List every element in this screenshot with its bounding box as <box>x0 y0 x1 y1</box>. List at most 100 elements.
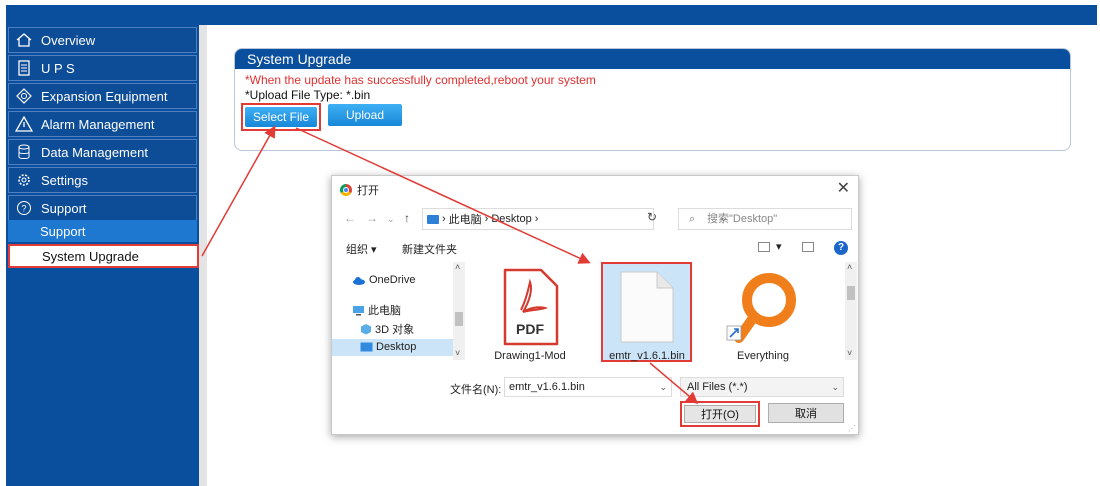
desktop-icon <box>360 342 373 352</box>
filename-row: 文件名(N): emtr_v1.6.1.bin ⌄ All Files (*.*… <box>332 376 858 398</box>
forward-arrow-icon[interactable]: → <box>366 211 378 225</box>
cancel-button[interactable]: 取消 <box>768 403 844 423</box>
filename-input[interactable]: emtr_v1.6.1.bin ⌄ <box>504 377 672 397</box>
tree-item-this-pc[interactable]: 此电脑 <box>352 302 401 318</box>
sidebar-item-alarm-management[interactable]: Alarm Management <box>8 111 197 137</box>
file-scrollbar[interactable]: ˄ ˅ <box>845 262 857 360</box>
tree-item-3d-objects[interactable]: 3D 对象 <box>360 321 414 337</box>
refresh-icon[interactable]: ↻ <box>642 210 662 228</box>
up-arrow-icon[interactable]: ↑ <box>404 211 410 225</box>
sidebar-item-label: Support <box>41 200 87 216</box>
svg-text:?: ? <box>21 204 26 214</box>
breadcrumb-separator: › <box>534 213 539 225</box>
dialog-titlebar: 打开 <box>340 182 379 198</box>
computer-icon <box>353 305 364 315</box>
toolbar: 组织 ▾ 新建文件夹 ▾ ? <box>332 238 858 258</box>
panel-title: System Upgrade <box>235 49 1070 69</box>
sidebar-item-label: Overview <box>41 32 96 48</box>
sidebar-item-overview[interactable]: Overview <box>8 27 197 53</box>
file-list: PDF Drawing1-Mod emtr_v1.6.1.bin Everyth… <box>465 262 861 366</box>
filename-value: emtr_v1.6.1.bin <box>509 381 585 393</box>
sidebar-item-settings[interactable]: Settings <box>8 167 197 193</box>
scroll-up-icon[interactable]: ˄ <box>455 262 460 272</box>
sidebar-item-label: Data Management <box>41 144 148 160</box>
select-file-highlight: Select File <box>241 103 321 131</box>
search-icon: ⌕ <box>689 213 696 225</box>
page: Overview U P S Expansion Equipment Alarm… <box>0 0 1100 486</box>
navigation-row: ← → ⌄ ↑ › 此电脑 › Desktop › ⌄ ↻ ⌕ 搜索"Deskt… <box>332 208 858 230</box>
database-icon <box>15 144 33 160</box>
select-file-button[interactable]: Select File <box>245 107 317 127</box>
tree-item-onedrive[interactable]: OneDrive <box>352 274 415 286</box>
home-icon <box>15 32 33 48</box>
chevron-down-icon[interactable]: ▾ <box>776 240 782 253</box>
help-icon[interactable]: ? <box>834 241 848 255</box>
sidebar-item-expansion-equipment[interactable]: Expansion Equipment <box>8 83 197 109</box>
sidebar-item-label: Expansion Equipment <box>41 88 168 104</box>
system-upgrade-panel: System Upgrade *When the update has succ… <box>234 48 1071 151</box>
new-folder-button[interactable]: 新建文件夹 <box>402 241 457 257</box>
chevron-down-icon[interactable]: ⌄ <box>659 378 667 396</box>
sidebar: Overview U P S Expansion Equipment Alarm… <box>6 25 199 486</box>
sidebar-item-label: Alarm Management <box>41 116 155 132</box>
sidebar-item-data-management[interactable]: Data Management <box>8 139 197 165</box>
file-name: emtr_v1.6.1.bin <box>609 350 685 362</box>
tree-item-label: 3D 对象 <box>375 324 415 336</box>
file-name: Everything <box>737 350 789 362</box>
upload-file-type: *Upload File Type: *.bin <box>245 88 371 102</box>
scroll-up-icon[interactable]: ˄ <box>847 262 852 272</box>
tree-scrollbar[interactable]: ˄ ˅ <box>453 262 465 360</box>
alarm-warning-icon <box>14 115 34 132</box>
back-arrow-icon[interactable]: ← <box>344 211 356 225</box>
resize-grip-icon[interactable]: ⋰ <box>848 424 856 433</box>
search-placeholder: 搜索"Desktop" <box>707 213 778 225</box>
breadcrumb-desktop[interactable]: Desktop <box>491 213 531 225</box>
file-type-select[interactable]: All Files (*.*) ⌄ <box>680 377 844 397</box>
sidebar-item-label: Settings <box>41 172 88 188</box>
file-name: Drawing1-Mod <box>494 350 566 362</box>
help-icon: ? <box>15 200 33 216</box>
pdf-file-icon: PDF <box>503 268 559 346</box>
sidebar-item-support[interactable]: ? Support <box>8 195 197 221</box>
tree-item-label: Desktop <box>376 341 417 353</box>
open-button-highlight: 打开(O) <box>680 401 760 427</box>
pdf-badge: PDF <box>516 321 544 337</box>
scroll-down-icon[interactable]: ˅ <box>847 348 852 358</box>
file-type-value: All Files (*.*) <box>687 381 748 393</box>
sidebar-item-ups[interactable]: U P S <box>8 55 197 81</box>
folder-icon <box>427 214 439 224</box>
blank-file-icon <box>620 271 674 343</box>
address-bar[interactable]: › 此电脑 › Desktop › ⌄ <box>422 208 728 230</box>
sidebar-subitem-support[interactable]: Support <box>8 220 197 242</box>
open-file-dialog: 打开 ✕ ← → ⌄ ↑ › 此电脑 › Desktop › ⌄ ↻ ⌕ 搜索"… <box>331 175 859 435</box>
sidebar-subitem-system-upgrade[interactable]: System Upgrade <box>8 244 199 268</box>
preview-pane-icon[interactable] <box>802 242 814 252</box>
filename-label: 文件名(N): <box>450 384 502 396</box>
upload-button[interactable]: Upload <box>328 104 402 126</box>
scroll-down-icon[interactable]: ˅ <box>455 348 460 358</box>
tree-item-label: 此电脑 <box>368 305 401 317</box>
search-input[interactable]: ⌕ 搜索"Desktop" <box>678 208 852 230</box>
cloud-icon <box>353 276 365 285</box>
tree-item-desktop[interactable]: Desktop <box>360 341 416 353</box>
open-button[interactable]: 打开(O) <box>684 405 756 423</box>
dialog-title: 打开 <box>357 185 379 197</box>
breadcrumb-this-pc[interactable]: 此电脑 <box>449 211 482 227</box>
sidebar-item-label: U P S <box>41 60 75 76</box>
expansion-icon <box>15 88 33 104</box>
view-options-icon[interactable] <box>758 242 770 252</box>
chevron-down-icon[interactable]: ⌄ <box>387 214 395 225</box>
close-icon[interactable]: ✕ <box>837 178 850 198</box>
gear-icon <box>15 172 33 188</box>
chevron-down-icon: ⌄ <box>831 382 839 392</box>
breadcrumb-separator: › <box>484 213 489 225</box>
scrollbar-thumb[interactable] <box>455 312 463 326</box>
scrollbar-thumb[interactable] <box>847 286 855 300</box>
cube-icon <box>361 324 371 335</box>
top-bar <box>6 5 1097 25</box>
breadcrumb-separator: › <box>442 213 446 225</box>
organize-menu[interactable]: 组织 ▾ <box>346 241 377 257</box>
ups-battery-icon <box>15 60 33 76</box>
chrome-icon <box>340 184 352 196</box>
everything-app-icon <box>726 273 796 343</box>
